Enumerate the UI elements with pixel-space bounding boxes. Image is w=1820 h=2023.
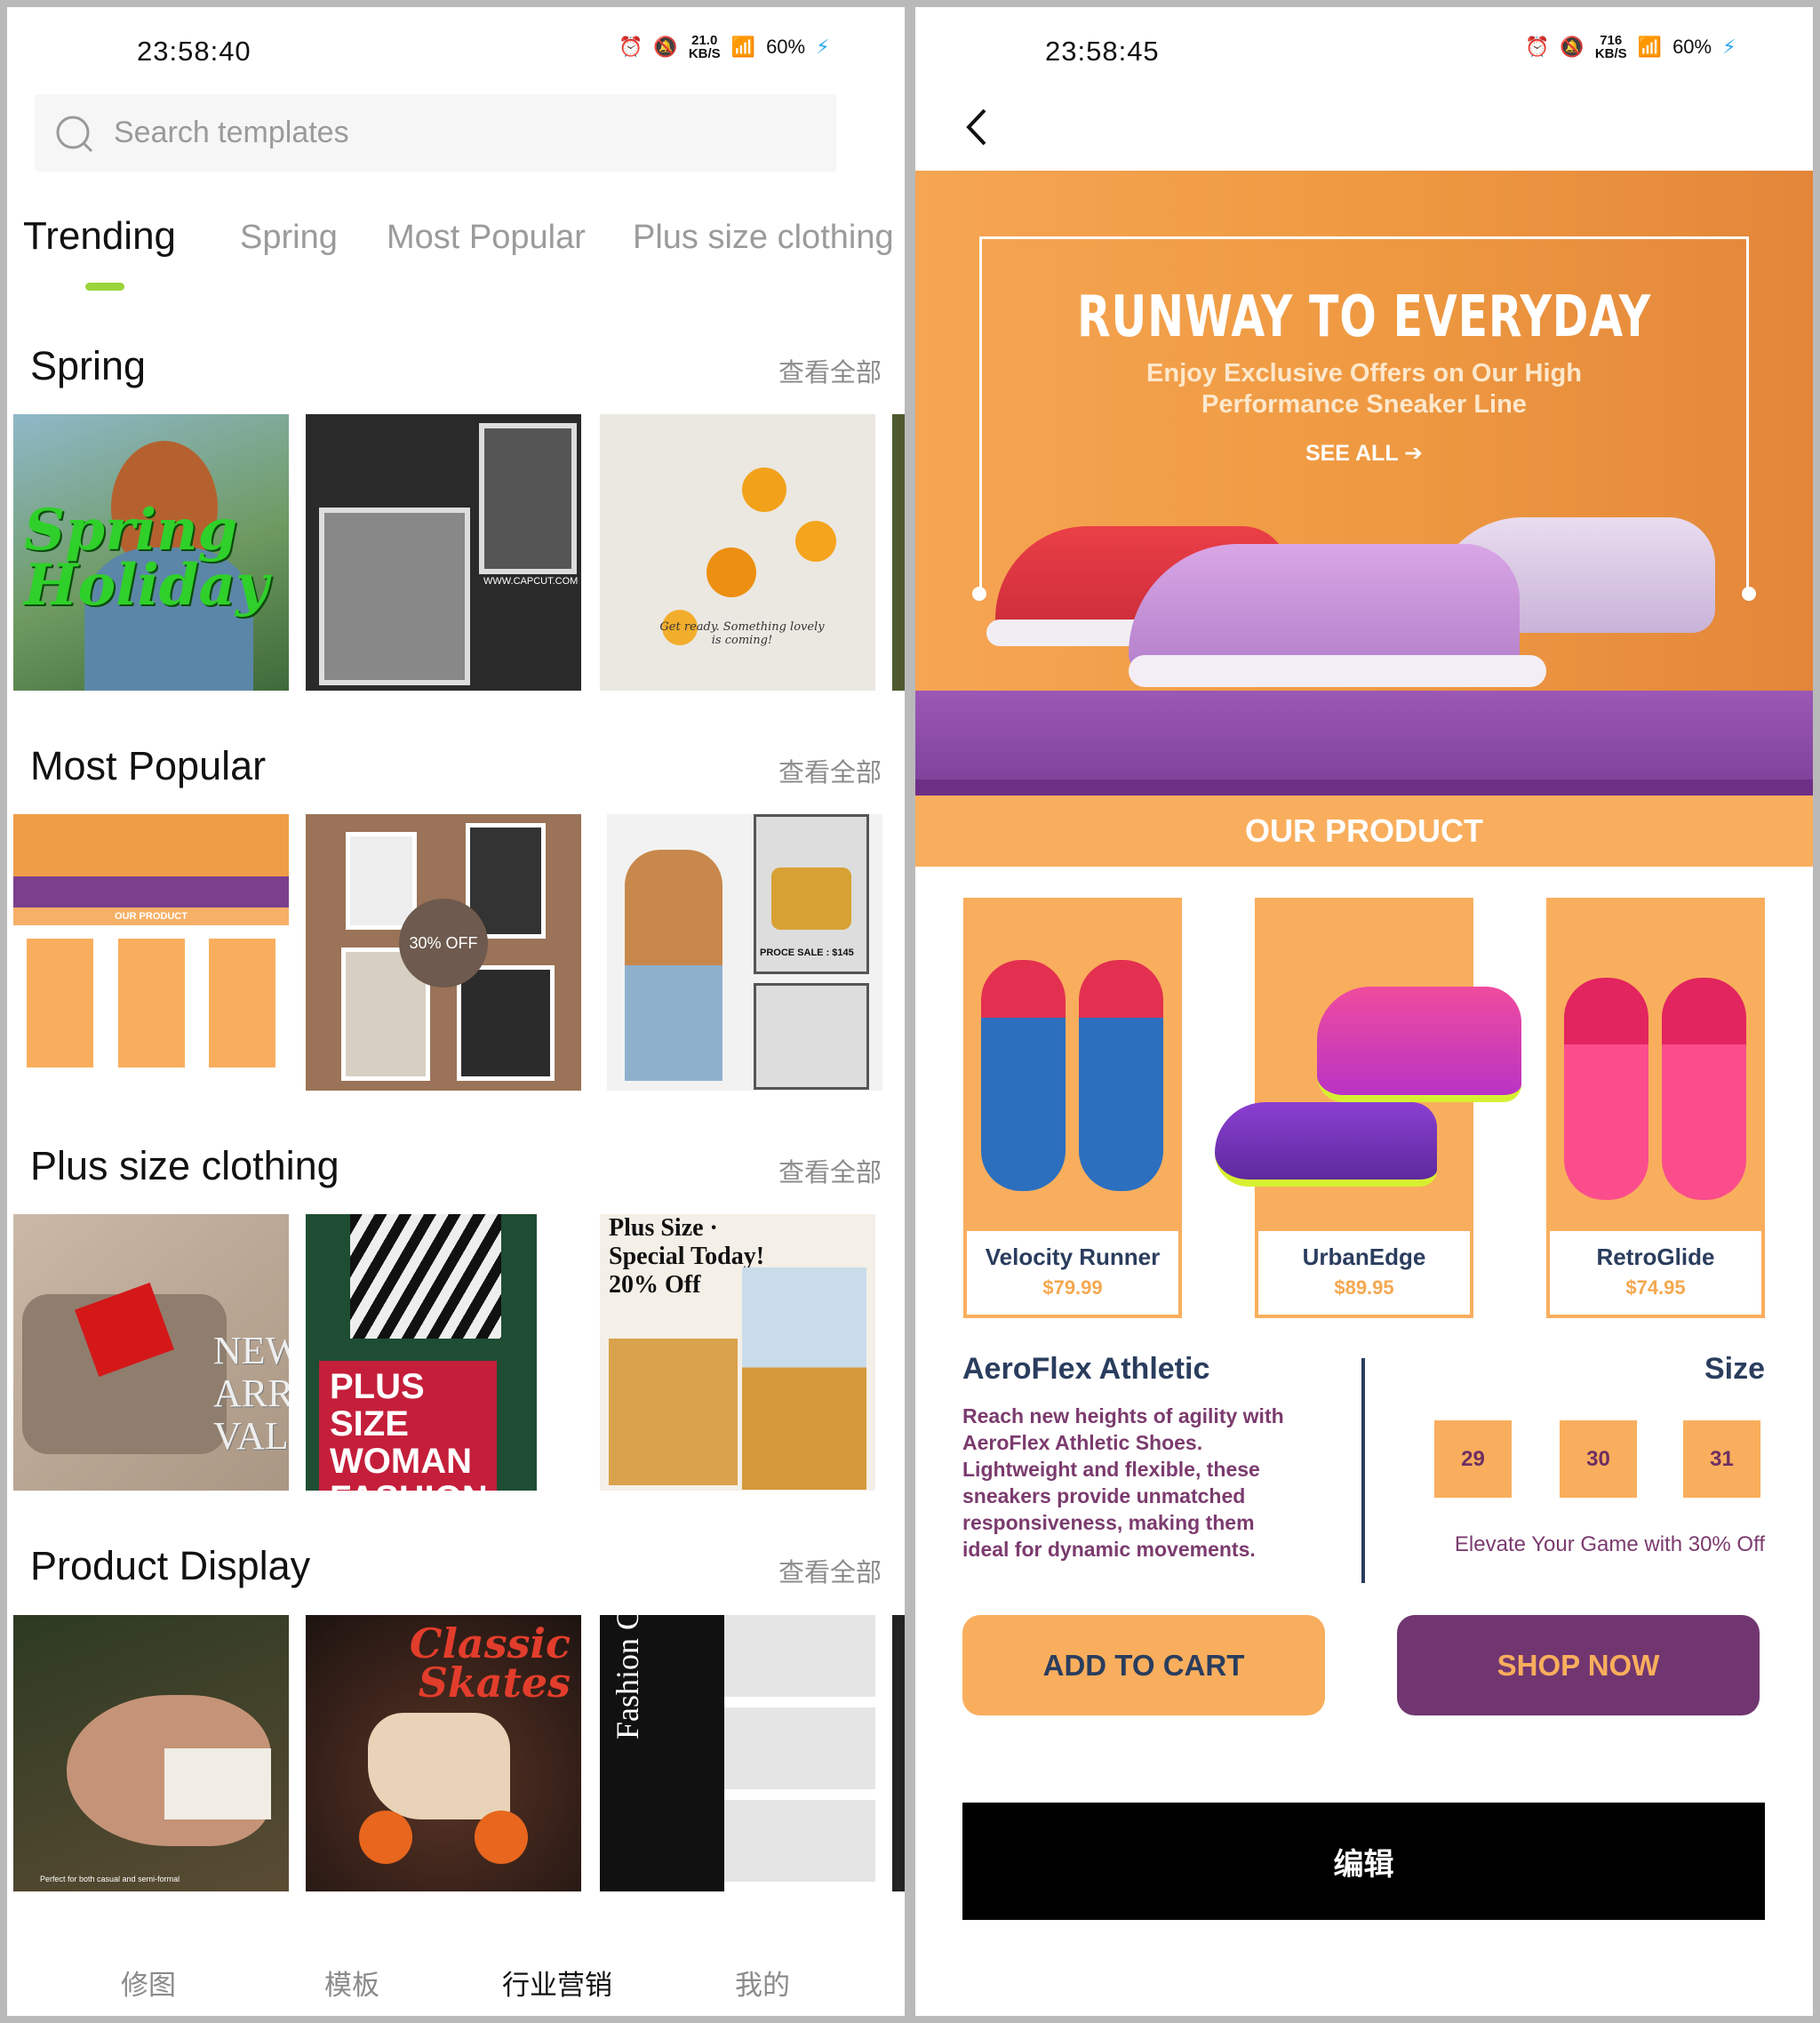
product-card: UrbanEdge $89.95 bbox=[1215, 898, 1521, 1318]
banner-see-all: SEE ALL ➔ bbox=[1305, 441, 1424, 466]
tab-trending[interactable]: Trending bbox=[23, 214, 176, 259]
tab-plus-size[interactable]: Plus size clothing bbox=[633, 219, 894, 257]
template-thumb-partial bbox=[892, 1615, 905, 1891]
template-thumb[interactable]: NEW ARRI VAL bbox=[13, 1214, 289, 1491]
product-detail-title: AeroFlex Athletic bbox=[962, 1352, 1210, 1386]
template-thumb-partial bbox=[892, 414, 905, 691]
edit-button[interactable]: 编辑 bbox=[962, 1803, 1765, 1920]
template-thumb[interactable]: Classic Skates bbox=[306, 1615, 581, 1891]
network-speed: 716 KB/S bbox=[1594, 33, 1627, 61]
see-all-spring[interactable]: 查看全部 bbox=[778, 352, 882, 389]
template-detail-screen: 23:58:45 ⏰ 🔕 716 KB/S 📶 60% ⚡ RUNWAY TO E… bbox=[915, 7, 1813, 2016]
status-bar-icons: ⏰ 🔕 21.0 KB/S 📶 60% ⚡ bbox=[619, 34, 830, 60]
nav-marketing[interactable]: 行业营销 bbox=[502, 1963, 612, 2003]
template-thumb[interactable]: WWW.CAPCUT.COM bbox=[306, 414, 581, 691]
product-price: $79.99 bbox=[1042, 1276, 1103, 1299]
template-thumb[interactable]: Fashion Collection bbox=[600, 1615, 875, 1891]
shop-now-graphic: SHOP NOW bbox=[1397, 1615, 1760, 1715]
status-bar-icons: ⏰ 🔕 716 KB/S 📶 60% ⚡ bbox=[1525, 34, 1736, 60]
divider bbox=[1361, 1358, 1365, 1583]
size-label: Size bbox=[1704, 1352, 1765, 1386]
see-all-product-display[interactable]: 查看全部 bbox=[778, 1552, 882, 1589]
template-thumb[interactable]: Get ready. Something lovely is coming! bbox=[600, 414, 875, 691]
product-price: $89.95 bbox=[1334, 1276, 1394, 1299]
product-name: RetroGlide bbox=[1596, 1243, 1715, 1270]
nav-templates[interactable]: 模板 bbox=[324, 1963, 379, 2003]
alarm-icon: ⏰ bbox=[619, 36, 643, 58]
charging-icon: ⚡ bbox=[816, 36, 830, 58]
search-icon bbox=[56, 116, 93, 153]
nav-me[interactable]: 我的 bbox=[735, 1963, 790, 2003]
size-option: 30 bbox=[1560, 1420, 1637, 1498]
search-input[interactable]: Search templates bbox=[35, 94, 836, 172]
status-time: 23:58:45 bbox=[1045, 36, 1160, 67]
network-speed: 21.0 KB/S bbox=[688, 33, 721, 61]
size-option: 29 bbox=[1434, 1420, 1512, 1498]
product-description: Reach new heights of agility with AeroFl… bbox=[962, 1404, 1284, 1561]
template-thumb[interactable]: PLUS SIZE WOMAN FASHION SALE bbox=[306, 1214, 537, 1491]
nav-edit-photo[interactable]: 修图 bbox=[121, 1963, 176, 2003]
template-thumb[interactable]: Plus Size · Special Today! 20% Off bbox=[600, 1214, 875, 1491]
active-tab-indicator bbox=[85, 283, 124, 291]
template-thumb[interactable]: 30% OFF bbox=[306, 814, 581, 1091]
tab-spring[interactable]: Spring bbox=[240, 219, 338, 257]
section-title-spring: Spring bbox=[30, 343, 147, 388]
templates-screen: 23:58:40 ⏰ 🔕 21.0 KB/S 📶 60% ⚡ Search tem… bbox=[7, 7, 905, 2016]
banner-subtitle-2: Performance Sneaker Line bbox=[1201, 390, 1527, 419]
wifi-icon: 📶 bbox=[730, 36, 756, 58]
template-preview-banner: RUNWAY TO EVERYDAY Enjoy Exclusive Offer… bbox=[915, 171, 1813, 867]
product-card: Velocity Runner $79.99 bbox=[963, 898, 1182, 1318]
section-title-most-popular: Most Popular bbox=[30, 743, 267, 788]
tab-most-popular[interactable]: Most Popular bbox=[387, 219, 586, 257]
banner-subtitle-1: Enjoy Exclusive Offers on Our High bbox=[1146, 359, 1582, 388]
our-product-label: OUR PRODUCT bbox=[915, 796, 1813, 867]
add-to-cart-graphic: ADD TO CART bbox=[962, 1615, 1325, 1715]
product-name: Velocity Runner bbox=[985, 1243, 1161, 1270]
banner-title: RUNWAY TO EVERYDAY bbox=[1076, 284, 1652, 350]
charging-icon: ⚡ bbox=[1722, 36, 1736, 58]
battery-level: 60% bbox=[766, 36, 806, 58]
bell-muted-icon: 🔕 bbox=[653, 36, 678, 58]
bell-muted-icon: 🔕 bbox=[1560, 36, 1585, 58]
template-thumb[interactable]: OUR PRODUCT bbox=[13, 814, 289, 1091]
search-placeholder: Search templates bbox=[114, 116, 349, 149]
status-time: 23:58:40 bbox=[137, 36, 251, 67]
section-title-product-display: Product Display bbox=[30, 1543, 311, 1588]
template-thumb[interactable]: PROCE SALE : $145 bbox=[607, 814, 882, 1091]
back-chevron-icon[interactable] bbox=[960, 105, 995, 149]
template-thumb[interactable]: Perfect for both casual and semi-formal bbox=[13, 1615, 289, 1891]
see-all-most-popular[interactable]: 查看全部 bbox=[778, 752, 882, 789]
product-price: $74.95 bbox=[1625, 1276, 1686, 1299]
see-all-plus-size[interactable]: 查看全部 bbox=[778, 1152, 882, 1189]
template-thumb[interactable]: Spring Holiday bbox=[13, 414, 289, 691]
section-title-plus-size: Plus size clothing bbox=[30, 1143, 339, 1188]
promo-text: Elevate Your Game with 30% Off bbox=[1454, 1532, 1765, 1556]
battery-level: 60% bbox=[1672, 36, 1712, 58]
alarm-icon: ⏰ bbox=[1525, 36, 1550, 58]
product-card: RetroGlide $74.95 bbox=[1546, 898, 1765, 1318]
wifi-icon: 📶 bbox=[1637, 36, 1663, 58]
size-option: 31 bbox=[1683, 1420, 1760, 1498]
product-name: UrbanEdge bbox=[1302, 1243, 1426, 1270]
